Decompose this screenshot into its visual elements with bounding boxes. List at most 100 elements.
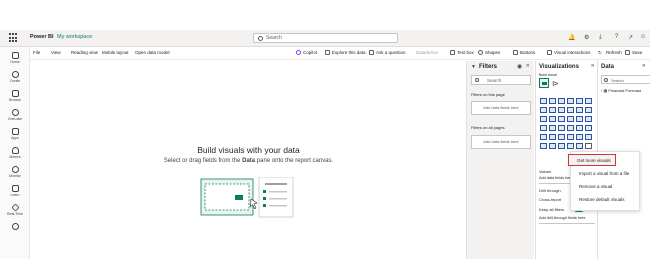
slicer-icon[interactable] [540, 134, 547, 140]
more-visuals-icon[interactable] [585, 143, 592, 149]
100-column-chart-icon[interactable] [585, 98, 592, 104]
scatter-chart-icon[interactable] [549, 116, 556, 122]
visual-type-grid [540, 98, 595, 149]
kpi-icon[interactable] [585, 125, 592, 131]
collapse-icon[interactable]: » [591, 63, 594, 69]
filters-all-pages-label: Filters on all pages [471, 125, 505, 130]
stacked-bar-chart-icon[interactable] [540, 98, 547, 104]
ribbon-chart-icon[interactable] [576, 107, 583, 113]
area-chart-icon[interactable] [549, 107, 556, 113]
buttons-button[interactable]: Buttons [520, 50, 535, 55]
ribbon: File View Reading view Mobile layout Ope… [0, 47, 650, 60]
onelake-icon [11, 109, 19, 116]
download-icon[interactable]: ⤓ [599, 34, 602, 41]
nav-onelake[interactable]: OneLake [0, 109, 30, 121]
filters-all-dropzone[interactable]: Add data fields here [471, 135, 531, 149]
monitor-icon [11, 166, 19, 173]
line-chart-icon[interactable] [540, 107, 547, 113]
power-apps-icon[interactable] [576, 143, 583, 149]
card-icon[interactable] [567, 125, 574, 131]
map-icon[interactable] [585, 116, 592, 122]
drill-through-label: Drill through [539, 188, 561, 193]
data-search-input[interactable]: Search [601, 75, 650, 84]
mobile-layout-button[interactable]: Mobile layout [102, 50, 129, 55]
nav-metrics[interactable]: Metrics [0, 147, 30, 159]
clustered-bar-chart-icon[interactable] [558, 98, 565, 104]
donut-chart-icon[interactable] [567, 116, 574, 122]
nav-create[interactable]: Create [0, 71, 30, 83]
menu-restore-default-visuals[interactable]: Restore default visuals [571, 194, 641, 206]
copilot-button[interactable]: Copilot [303, 50, 317, 55]
waterfall-chart-icon[interactable] [585, 107, 592, 113]
text-box-icon [450, 50, 455, 55]
refresh-icon[interactable]: ↻ [598, 50, 602, 56]
filters-search-input[interactable]: Search [471, 75, 531, 85]
build-visual-tab[interactable] [539, 78, 549, 88]
search-icon [258, 36, 263, 41]
book-icon [11, 185, 19, 192]
menu-view[interactable]: View [51, 50, 61, 55]
menu-file[interactable]: File [33, 50, 40, 55]
report-canvas[interactable]: Build visuals with your data Select or d… [31, 61, 466, 259]
100-bar-chart-icon[interactable] [576, 98, 583, 104]
narrative-icon[interactable] [558, 143, 565, 149]
filled-map-icon[interactable] [540, 125, 547, 131]
explore-data-button[interactable]: Explore this data [332, 50, 366, 55]
account-icon[interactable]: ☺ [640, 34, 646, 40]
workspace-link[interactable]: My workspace [57, 34, 92, 40]
nav-workspace[interactable] [0, 223, 30, 231]
search-icon [475, 78, 479, 82]
app-launcher-icon[interactable] [9, 33, 19, 43]
line-column-chart-icon[interactable] [567, 107, 574, 113]
nav-home[interactable]: Home [0, 52, 30, 64]
open-data-model-button[interactable]: Open data model [135, 50, 170, 55]
build-visual-label: Build visual [539, 73, 557, 77]
share-icon[interactable]: ↗ [628, 34, 633, 41]
table-icon[interactable] [549, 134, 556, 140]
nav-browse[interactable]: Browse [0, 90, 30, 102]
treemap-icon[interactable] [576, 116, 583, 122]
dataverse-button[interactable]: Data/arrive [416, 50, 438, 55]
format-visual-tab[interactable]: ⊳ [552, 79, 562, 88]
multi-row-card-icon[interactable] [576, 125, 583, 131]
shapes-button[interactable]: Shapes [485, 50, 500, 55]
collapse-icon[interactable]: » [642, 63, 645, 69]
nav-real-time[interactable]: Real-Time [0, 203, 30, 216]
reading-view-button[interactable]: Reading view [71, 50, 98, 55]
refresh-button[interactable]: Refresh [606, 50, 622, 55]
gauge-icon[interactable] [558, 125, 565, 131]
paginated-report-icon[interactable] [567, 143, 574, 149]
filters-page-dropzone[interactable]: Add data fields here [471, 101, 531, 115]
nav-monitor[interactable]: Monitor [0, 166, 30, 178]
hide-eye-icon[interactable]: ◉ [517, 63, 522, 70]
clustered-column-chart-icon[interactable] [567, 98, 574, 104]
menu-get-more-visuals[interactable]: Get more visuals [568, 154, 616, 166]
stacked-column-chart-icon[interactable] [549, 98, 556, 104]
help-icon[interactable]: ? [615, 34, 618, 40]
python-visual-icon[interactable] [576, 134, 583, 140]
settings-icon[interactable]: ⚙ [584, 34, 589, 41]
matrix-icon[interactable] [558, 134, 565, 140]
ask-question-button[interactable]: Ask a question [376, 50, 406, 55]
funnel-chart-icon[interactable] [540, 116, 547, 122]
nav-learn[interactable]: Learn [0, 185, 30, 197]
stacked-area-chart-icon[interactable] [558, 107, 565, 113]
shape-map-icon[interactable] [549, 125, 556, 131]
key-influencers-icon[interactable] [585, 134, 592, 140]
notifications-icon[interactable]: 🔔 [568, 34, 575, 41]
qa-icon[interactable] [549, 143, 556, 149]
text-box-button[interactable]: Text box [457, 50, 474, 55]
table-item-financial-forecast[interactable]: › ▦ Financial Forecast [601, 88, 641, 93]
nav-apps[interactable]: Apps [0, 128, 30, 140]
menu-remove-visual[interactable]: Remove a visual [571, 181, 641, 193]
decomposition-tree-icon[interactable] [540, 143, 547, 149]
global-search-input[interactable]: Search [253, 33, 398, 43]
visual-interactions-button[interactable]: Visual interactions [554, 50, 590, 55]
drill-through-dropzone[interactable]: Add drill-through fields here [539, 216, 595, 224]
save-button[interactable]: Save [632, 50, 642, 55]
menu-import-visual[interactable]: Import a visual from a file [571, 168, 641, 180]
app-name[interactable]: Power BI [30, 34, 54, 40]
pie-chart-icon[interactable] [558, 116, 565, 122]
collapse-icon[interactable]: » [526, 63, 529, 69]
r-visual-icon[interactable] [567, 134, 574, 140]
